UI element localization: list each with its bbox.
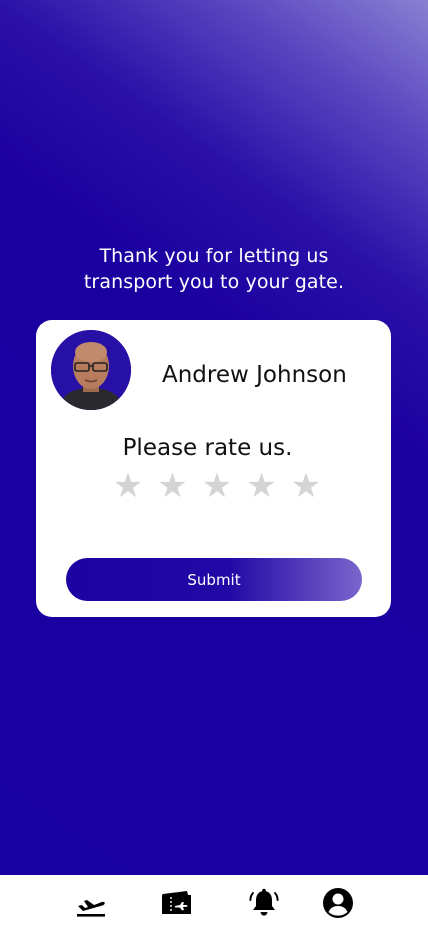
nav-item-account[interactable] <box>321 887 355 919</box>
submit-button[interactable]: Submit <box>66 558 362 601</box>
nav-item-notifications[interactable] <box>247 887 281 919</box>
nav-item-flights[interactable] <box>74 887 108 919</box>
flight-departure-icon <box>77 900 105 917</box>
star-2-icon[interactable]: ★ <box>157 466 189 506</box>
thank-you-line-2: transport you to your gate. <box>83 271 345 293</box>
driver-name: Andrew Johnson <box>162 362 347 388</box>
thank-you-line-1: Thank you for letting us <box>99 245 329 267</box>
thank-you-message: Thank you for letting us transport you t… <box>0 243 428 295</box>
driver-avatar <box>51 330 131 410</box>
notification-bell-icon <box>249 888 279 916</box>
star-3-icon[interactable]: ★ <box>201 466 233 506</box>
driver-avatar-image <box>51 330 131 410</box>
star-1-icon[interactable]: ★ <box>112 466 144 506</box>
rate-prompt: Please rate us. <box>122 435 293 461</box>
star-4-icon[interactable]: ★ <box>246 466 278 506</box>
nav-item-tickets[interactable] <box>160 887 194 919</box>
rating-card: Andrew Johnson Please rate us. ★ ★ ★ ★ ★… <box>36 320 391 617</box>
account-icon <box>323 888 353 918</box>
ticket-icon <box>162 891 191 914</box>
star-5-icon[interactable]: ★ <box>290 466 322 506</box>
bottom-nav-bar <box>0 875 428 926</box>
star-rating: ★ ★ ★ ★ ★ <box>112 466 322 506</box>
